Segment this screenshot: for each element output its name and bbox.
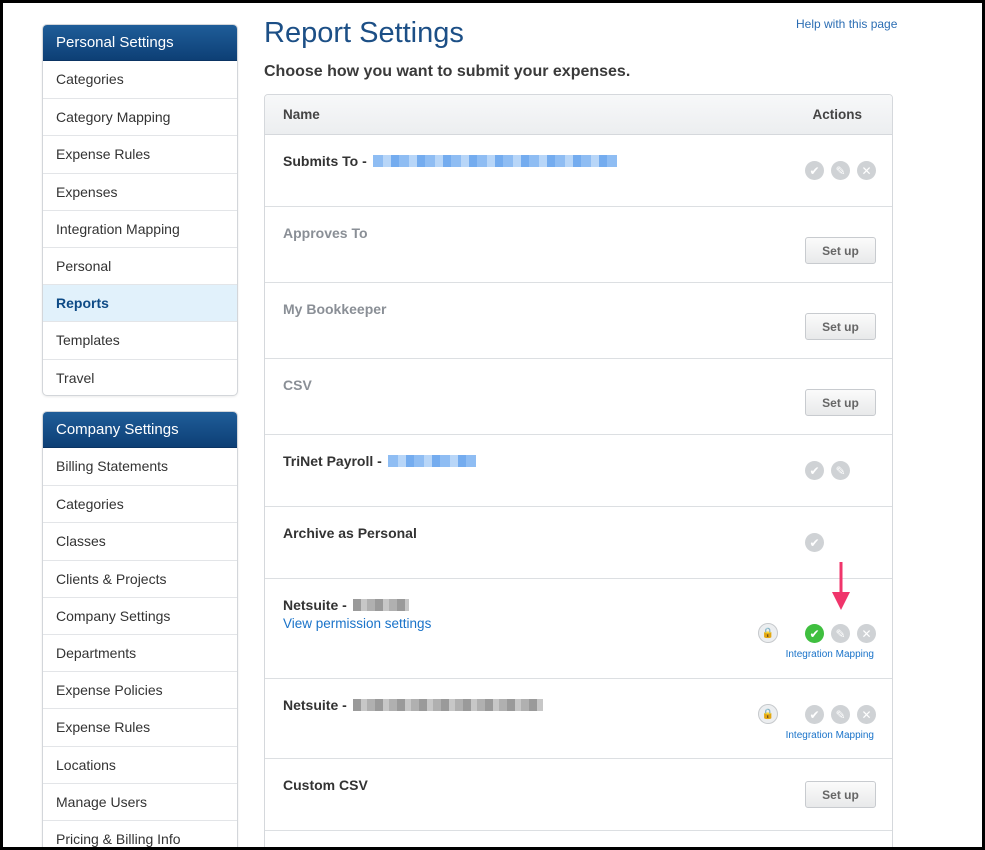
- sidebar-item-clients-projects[interactable]: Clients & Projects: [43, 559, 237, 597]
- row-actions: ✔: [805, 533, 824, 552]
- redacted-text: [352, 599, 409, 611]
- page-subtitle: Choose how you want to submit your expen…: [264, 63, 631, 80]
- setup-button[interactable]: Set up: [805, 237, 876, 264]
- row-name: Archive as Personal: [283, 525, 417, 541]
- sidebar-item-company-expense-rules[interactable]: Expense Rules: [43, 708, 237, 745]
- company-settings-panel: Company Settings Billing Statements Cate…: [42, 411, 238, 847]
- row-name: Custom CSV: [283, 777, 368, 793]
- sidebar-item-departments[interactable]: Departments: [43, 633, 237, 671]
- column-header-actions: Actions: [812, 107, 862, 122]
- integration-mapping-link[interactable]: Integration Mapping: [786, 649, 874, 660]
- lock-icon[interactable]: 🔒: [758, 704, 778, 724]
- sidebar-item-company-categories[interactable]: Categories: [43, 485, 237, 522]
- setup-button[interactable]: Set up: [805, 313, 876, 340]
- lock-icon[interactable]: 🔒: [758, 623, 778, 643]
- sidebar-item-classes[interactable]: Classes: [43, 522, 237, 559]
- redacted-text: [352, 699, 543, 711]
- table-row-custom-csv: Custom CSV Set up: [265, 759, 892, 831]
- personal-settings-panel: Personal Settings Categories Category Ma…: [42, 24, 238, 396]
- sidebar-item-integration-mapping[interactable]: Integration Mapping: [43, 209, 237, 247]
- row-name: CSV: [283, 377, 312, 393]
- integration-mapping-link[interactable]: Integration Mapping: [786, 730, 874, 741]
- view-permission-settings-link[interactable]: View permission settings: [283, 616, 431, 631]
- sidebar-item-expense-policies[interactable]: Expense Policies: [43, 671, 237, 708]
- row-label: Submits To -: [283, 153, 367, 169]
- table-row-csv: CSV Set up: [265, 359, 892, 435]
- sidebar-item-categories[interactable]: Categories: [43, 61, 237, 98]
- help-link[interactable]: Help with this page: [796, 17, 897, 31]
- row-label: TriNet Payroll -: [283, 453, 382, 469]
- row-actions: ✔ ✎ ✕: [805, 161, 876, 180]
- setup-button[interactable]: Set up: [805, 781, 876, 808]
- table-row-approves-to: Approves To Set up: [265, 207, 892, 283]
- check-icon[interactable]: ✔: [805, 161, 824, 180]
- check-icon[interactable]: ✔: [805, 705, 824, 724]
- row-actions: ✔ ✎: [805, 461, 850, 480]
- table-row-partial: [265, 831, 892, 847]
- row-name: Approves To: [283, 225, 368, 241]
- row-actions: ✔ ✎ ✕: [805, 705, 876, 724]
- sidebar-item-templates[interactable]: Templates: [43, 321, 237, 358]
- annotation-arrow-icon: [832, 562, 850, 610]
- table-row-archive-personal: Archive as Personal ✔: [265, 507, 892, 579]
- column-header-name: Name: [283, 107, 320, 122]
- check-icon[interactable]: ✔: [805, 533, 824, 552]
- edit-icon[interactable]: ✎: [831, 705, 850, 724]
- sidebar-item-company-settings[interactable]: Company Settings: [43, 596, 237, 634]
- company-settings-header: Company Settings: [43, 412, 237, 448]
- remove-icon[interactable]: ✕: [857, 161, 876, 180]
- sidebar-item-personal[interactable]: Personal: [43, 246, 237, 284]
- table-header: Name Actions: [265, 95, 892, 135]
- row-label: Netsuite -: [283, 697, 347, 713]
- edit-icon[interactable]: ✎: [831, 161, 850, 180]
- sidebar-item-pricing-billing[interactable]: Pricing & Billing Info: [43, 819, 237, 847]
- sidebar-item-travel[interactable]: Travel: [43, 358, 237, 396]
- setup-button[interactable]: Set up: [805, 389, 876, 416]
- table-row-my-bookkeeper: My Bookkeeper Set up: [265, 283, 892, 359]
- sidebar-item-locations[interactable]: Locations: [43, 745, 237, 783]
- row-name: Netsuite -: [283, 597, 409, 613]
- check-icon[interactable]: ✔: [805, 624, 824, 643]
- table-row-netsuite-1: Netsuite - View permission settings 🔒 ✔ …: [265, 579, 892, 679]
- edit-icon[interactable]: ✎: [831, 624, 850, 643]
- edit-icon[interactable]: ✎: [831, 461, 850, 480]
- report-settings-table: Name Actions Submits To - ✔ ✎ ✕ Approves…: [264, 94, 893, 847]
- remove-icon[interactable]: ✕: [857, 705, 876, 724]
- sidebar-item-reports[interactable]: Reports: [43, 284, 237, 322]
- row-name: Netsuite -: [283, 697, 543, 713]
- sidebar-item-category-mapping[interactable]: Category Mapping: [43, 98, 237, 135]
- row-actions: ✔ ✎ ✕: [805, 624, 876, 643]
- table-row-netsuite-2: Netsuite - 🔒 ✔ ✎ ✕ Integration Mapping: [265, 679, 892, 759]
- sidebar-item-manage-users[interactable]: Manage Users: [43, 782, 237, 820]
- row-label: Netsuite -: [283, 597, 347, 613]
- sidebar-item-expense-rules[interactable]: Expense Rules: [43, 135, 237, 172]
- row-name: TriNet Payroll -: [283, 453, 476, 469]
- row-name: My Bookkeeper: [283, 301, 387, 317]
- table-row-trinet-payroll: TriNet Payroll - ✔ ✎: [265, 435, 892, 507]
- page-title: Report Settings: [264, 17, 464, 49]
- table-row-submits-to: Submits To - ✔ ✎ ✕: [265, 135, 892, 207]
- sidebar-item-billing-statements[interactable]: Billing Statements: [43, 448, 237, 485]
- redacted-text: [387, 455, 476, 467]
- check-icon[interactable]: ✔: [805, 461, 824, 480]
- personal-settings-header: Personal Settings: [43, 25, 237, 61]
- app-window: Personal Settings Categories Category Ma…: [0, 0, 985, 850]
- sidebar-item-expenses[interactable]: Expenses: [43, 172, 237, 210]
- remove-icon[interactable]: ✕: [857, 624, 876, 643]
- row-name: Submits To -: [283, 153, 617, 169]
- redacted-text: [372, 155, 617, 167]
